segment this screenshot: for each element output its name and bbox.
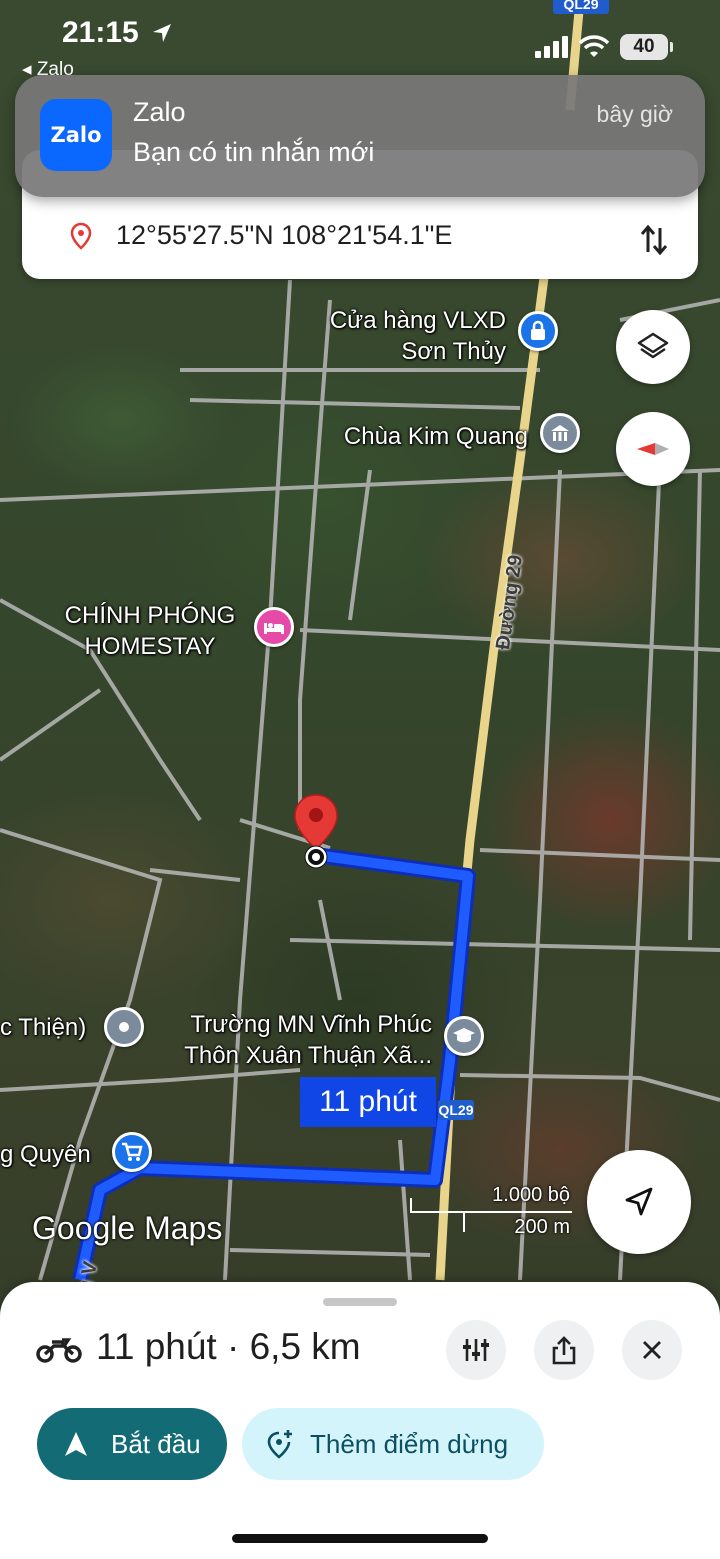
status-time-text: 21:15 xyxy=(62,16,139,49)
zalo-icon-text: Zalo xyxy=(50,123,102,147)
poi-label-line: Thôn Xuân Thuận Xã... xyxy=(184,1042,432,1069)
layers-icon xyxy=(637,332,669,359)
poi-label-temple[interactable]: Chùa Kim Quang xyxy=(310,421,528,452)
poi-label-line: Chùa Kim Quang xyxy=(343,423,528,450)
tune-icon xyxy=(463,1339,489,1361)
notification-app-name: Zalo xyxy=(133,97,186,127)
poi-label-line: HOMESTAY xyxy=(84,633,216,660)
route-bottom-sheet: 11 phút · 6,5 km Bắt đầu Thêm điểm dừng xyxy=(0,1282,720,1559)
navigation-icon xyxy=(63,1430,89,1458)
battery-icon: 40 xyxy=(620,34,673,60)
navigation-arrow-icon xyxy=(625,1187,653,1216)
poi-label-line: Sơn Thủy xyxy=(401,338,506,365)
notification-message: Bạn có tin nhắn mới xyxy=(133,137,375,167)
share-button[interactable] xyxy=(534,1320,594,1380)
poi-label-place[interactable]: c Thiện) xyxy=(0,1012,86,1043)
notification-time: bây giờ xyxy=(596,101,673,127)
trip-summary: 11 phút · 6,5 km xyxy=(96,1326,361,1367)
poi-label-line: CHÍNH PHÓNG xyxy=(64,602,236,629)
add-stop-label: Thêm điểm dừng xyxy=(310,1428,509,1459)
wifi-icon xyxy=(578,35,610,57)
poi-label-shop[interactable]: g Quyên xyxy=(0,1139,91,1170)
start-label: Bắt đầu xyxy=(111,1428,201,1459)
sheet-drag-handle[interactable] xyxy=(323,1298,397,1306)
place-icon[interactable] xyxy=(104,1007,144,1047)
layers-button[interactable] xyxy=(616,310,690,384)
route-options-button[interactable] xyxy=(446,1320,506,1380)
add-location-icon xyxy=(266,1429,294,1459)
poi-label-line: c Thiện) xyxy=(0,1014,87,1041)
location-arrow-icon xyxy=(153,24,172,42)
zalo-notification[interactable]: Zalo Zalo Bạn có tin nhắn mới bây giờ xyxy=(15,75,705,197)
poi-label-line: Cửa hàng VLXD xyxy=(329,307,506,334)
compass-button[interactable] xyxy=(616,412,690,486)
school-icon[interactable] xyxy=(444,1016,484,1056)
compass-icon xyxy=(637,443,669,455)
close-button[interactable] xyxy=(622,1320,682,1380)
map-scale: 1.000 bộ 200 m xyxy=(410,1184,580,1238)
route-duration-badge[interactable]: 11 phút xyxy=(300,1077,436,1127)
zalo-app-icon: Zalo xyxy=(40,99,112,171)
shopping-cart-icon[interactable] xyxy=(112,1132,152,1172)
hotel-bed-icon[interactable] xyxy=(254,607,294,647)
destination-text: 12°55'27.5"N 108°21'54.1"E xyxy=(116,220,453,250)
add-stop-button[interactable]: Thêm điểm dừng xyxy=(242,1408,544,1480)
poi-label-line: Trường MN Vĩnh Phúc xyxy=(190,1011,432,1038)
poi-label-school[interactable]: Trường MN Vĩnh Phúc Thôn Xuân Thuận Xã..… xyxy=(160,1009,432,1071)
status-icons: 40 xyxy=(534,34,673,60)
battery-level: 40 xyxy=(633,36,655,57)
scale-bar xyxy=(410,1198,572,1232)
poi-label-homestay[interactable]: CHÍNH PHÓNG HOMESTAY xyxy=(52,600,248,662)
status-time: 21:15 xyxy=(62,16,173,50)
highway-shield-top: QL29 xyxy=(553,0,609,14)
home-indicator[interactable] xyxy=(232,1534,488,1543)
share-icon xyxy=(552,1336,576,1365)
temple-icon[interactable] xyxy=(540,413,580,453)
cellular-signal-icon xyxy=(535,36,568,58)
route-highway-shield: QL29 xyxy=(438,1100,474,1120)
swap-icon[interactable] xyxy=(630,216,678,264)
motorcycle-icon xyxy=(36,1334,82,1369)
my-location-button[interactable] xyxy=(587,1150,691,1254)
poi-label-line: g Quyên xyxy=(0,1141,91,1168)
google-maps-watermark: Google Maps xyxy=(32,1210,223,1246)
map-pin-icon xyxy=(70,222,92,255)
start-navigation-button[interactable]: Bắt đầu xyxy=(37,1408,227,1480)
store-lock-icon[interactable] xyxy=(518,311,558,351)
poi-label-store[interactable]: Cửa hàng VLXD Sơn Thủy xyxy=(310,305,506,367)
destination-row[interactable]: 12°55'27.5"N 108°21'54.1"E xyxy=(22,210,698,262)
close-icon xyxy=(643,1341,661,1359)
destination-pin-icon[interactable] xyxy=(291,793,341,873)
